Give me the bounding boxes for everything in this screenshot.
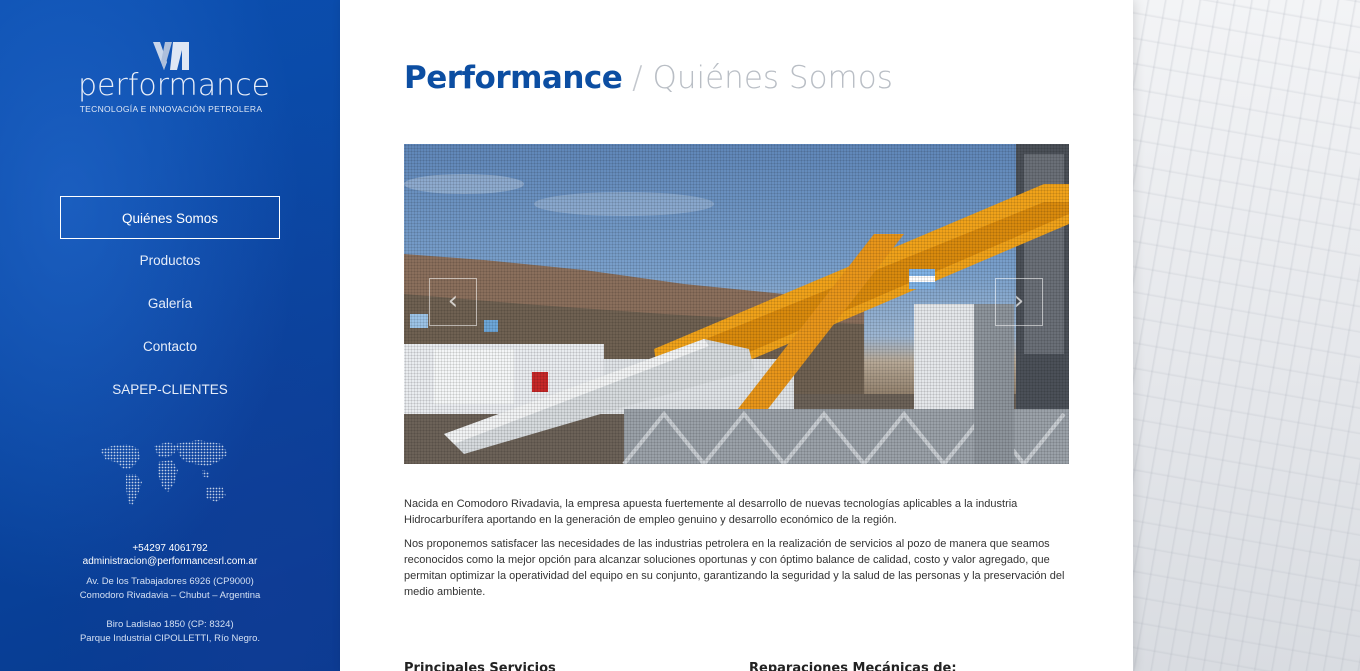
main-content: Performance / Quiénes Somos ‹ › Nacida e… <box>340 0 1133 671</box>
background-structure <box>1133 0 1360 671</box>
slider-next-button[interactable]: › <box>995 278 1043 326</box>
nav-item-contacto[interactable]: Contacto <box>60 325 280 368</box>
page-title-brand: Performance <box>404 60 623 96</box>
page-title: Performance / Quiénes Somos <box>404 60 893 96</box>
chevron-right-icon: › <box>1013 286 1025 316</box>
chevron-left-icon: ‹ <box>447 286 459 316</box>
brand-name: performance <box>78 68 271 103</box>
contact-info: +54297 4061792 administracion@performanc… <box>0 542 340 646</box>
world-map-icon <box>100 440 228 506</box>
brand-logo[interactable]: performance TECNOLOGÍA E INNOVACIÓN PETR… <box>78 40 271 114</box>
about-paragraph-2: Nos proponemos satisfacer las necesidade… <box>404 538 1065 598</box>
services-heading: Principales Servicios <box>404 661 556 671</box>
page-title-section: Quiénes Somos <box>652 60 893 96</box>
brand-tagline: TECNOLOGÍA E INNOVACIÓN PETROLERA <box>79 104 263 114</box>
address-1-line-2: Comodoro Rivadavia – Chubut – Argentina <box>79 590 261 601</box>
about-paragraph-1: Nacida en Comodoro Rivadavia, la empresa… <box>404 498 1018 526</box>
slider-overlay-pattern <box>404 144 1069 464</box>
slider-prev-button[interactable]: ‹ <box>429 278 477 326</box>
about-text: Nacida en Comodoro Rivadavia, la empresa… <box>404 496 1069 600</box>
nav-item-productos[interactable]: Productos <box>60 239 280 282</box>
page-title-separator: / <box>622 60 653 96</box>
nav-item-quienes-somos[interactable]: Quiénes Somos <box>60 196 280 239</box>
address-2-line-1: Biro Ladislao 1850 (CP: 8324) <box>106 619 234 630</box>
address-1-line-1: Av. De los Trabajadores 6926 (CP9000) <box>86 576 254 587</box>
contact-phone[interactable]: +54297 4061792 <box>0 542 340 555</box>
repairs-heading: Reparaciones Mecánicas de: <box>749 661 957 671</box>
image-slider[interactable]: ‹ › <box>404 144 1069 464</box>
nav-item-galeria[interactable]: Galería <box>60 282 280 325</box>
address-2-line-2: Parque Industrial CIPOLLETTI, Río Negro. <box>79 633 261 644</box>
sidebar: performance TECNOLOGÍA E INNOVACIÓN PETR… <box>0 0 340 671</box>
contact-email[interactable]: administracion@performancesrl.com.ar <box>0 555 340 568</box>
nav-item-sapep-clientes[interactable]: SAPEP-CLIENTES <box>60 368 280 411</box>
main-nav: Quiénes Somos Productos Galería Contacto… <box>60 196 280 411</box>
